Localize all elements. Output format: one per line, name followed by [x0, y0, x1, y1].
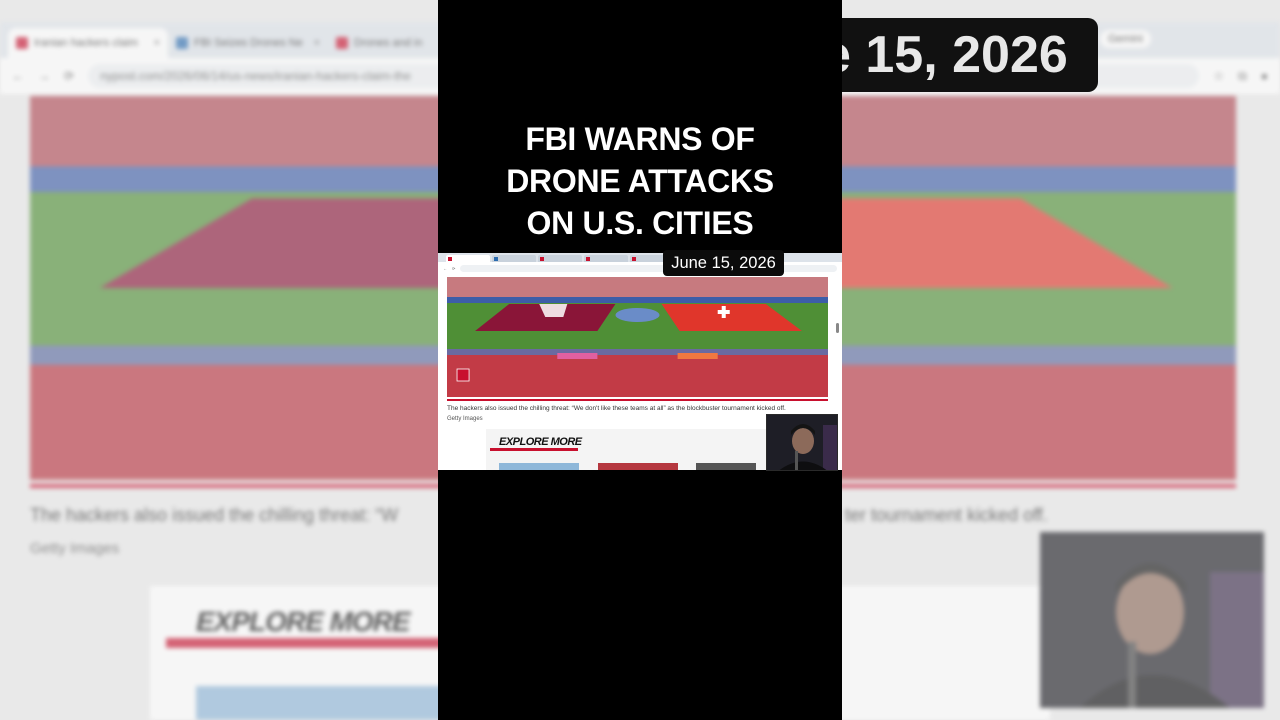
bg-tab-0[interactable]: Iranian hackers claim × [8, 28, 168, 58]
bg-tab-label: FBI Seizes Drones Ne [194, 37, 303, 49]
tab-3[interactable] [584, 255, 628, 262]
nypost-favicon-icon [448, 256, 452, 261]
news-favicon-icon [632, 256, 636, 261]
bg-date-badge: e 15, 2026 [800, 18, 1098, 92]
reload-icon[interactable]: ⟳ [452, 266, 455, 271]
nypost-favicon-icon [16, 37, 28, 49]
explore-thumb[interactable] [598, 463, 678, 470]
presenter-image [1040, 532, 1264, 708]
photo-credit: Getty Images [447, 416, 483, 422]
photo-divider [447, 399, 828, 401]
close-icon[interactable]: × [314, 37, 320, 49]
back-arrow-icon[interactable]: ← [443, 266, 447, 271]
bg-explore-heading: EXPLORE MORE [196, 606, 411, 637]
close-icon[interactable]: × [154, 37, 160, 49]
tab-1[interactable] [492, 255, 536, 262]
bg-tab-label: Iranian hackers claim [34, 37, 138, 49]
news-favicon-icon [494, 256, 498, 261]
headline-line-3: ON U.S. CITIES [526, 205, 754, 241]
news-favicon-icon [586, 256, 590, 261]
star-icon[interactable]: ☆ [1213, 69, 1224, 83]
video-frame: FBI WARNS OF DRONE ATTACKS ON U.S. CITIE… [438, 0, 842, 720]
date-badge: June 15, 2026 [663, 250, 784, 276]
tab-2[interactable] [538, 255, 582, 262]
stadium-image [447, 277, 828, 397]
forward-arrow-icon[interactable]: → [38, 69, 50, 83]
back-arrow-icon[interactable]: ← [12, 69, 24, 83]
presenter-image [767, 415, 837, 470]
bg-credit: Getty Images [30, 540, 120, 557]
bg-tab-1[interactable]: FBI Seizes Drones Ne × [168, 28, 328, 58]
explore-more-underline [490, 448, 578, 451]
headline-line-2: DRONE ATTACKS [506, 163, 774, 199]
bg-tab-label: Drones and in [354, 37, 423, 49]
scrollbar[interactable] [836, 323, 839, 333]
tab-0[interactable] [446, 255, 490, 262]
headline: FBI WARNS OF DRONE ATTACKS ON U.S. CITIE… [438, 118, 842, 244]
bg-caption-right: ter tournament kicked off. [845, 505, 1048, 525]
explore-more-heading: EXPLORE MORE [499, 436, 582, 448]
gemini-button[interactable]: Gemini [1100, 30, 1151, 48]
red-favicon-icon [336, 37, 348, 49]
bg-webcam [1040, 532, 1264, 708]
profile-icon[interactable]: ● [1261, 69, 1268, 83]
bg-caption-left: The hackers also issued the chilling thr… [30, 505, 399, 525]
explore-thumb[interactable] [696, 463, 756, 470]
photo-caption: The hackers also issued the chilling thr… [447, 405, 786, 412]
reload-icon[interactable]: ⟳ [64, 69, 74, 83]
bg-caption-right-wrap: ter tournament kicked off. [845, 505, 1236, 526]
news-favicon-icon [176, 37, 188, 49]
presenter-webcam [766, 414, 838, 471]
stadium-photo [447, 277, 828, 397]
explore-thumb[interactable] [499, 463, 579, 470]
red-favicon-icon [540, 256, 544, 261]
extensions-icon[interactable]: ⧉ [1238, 69, 1247, 84]
headline-line-1: FBI WARNS OF [525, 121, 755, 157]
